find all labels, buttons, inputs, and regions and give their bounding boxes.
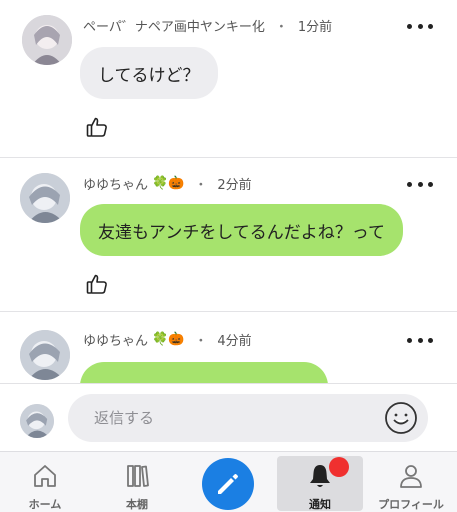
tab-label: プロフィール [378,498,444,511]
comment-item: ゆゆちゃん 🍀🎃 ・ 4分前 [0,312,457,383]
tab-home[interactable]: ホーム [2,452,88,512]
more-dot-icon [407,337,412,343]
comment-text: 友達もアンチをしてるんだよね？って [98,222,385,243]
more-options-button[interactable] [407,333,433,347]
timestamp: 4分前 [217,334,252,349]
more-dot-icon [428,181,433,187]
avatar[interactable] [20,173,70,223]
comment-meta: ペーパ゛ナペア画中ヤンキー化 ・ 1分前 [83,16,332,35]
timestamp: 2分前 [217,178,252,193]
my-avatar[interactable] [20,404,54,438]
compose-button[interactable] [202,458,254,510]
emoji-button[interactable] [384,401,418,435]
thumbs-up-icon [86,274,107,294]
comment-text: してるけど？ [98,65,200,86]
meta-separator: ・ [274,20,288,35]
avatar[interactable] [22,15,72,65]
tab-profile[interactable]: プロフィール [368,452,454,512]
more-dot-icon [417,181,423,187]
timestamp: 1分前 [297,20,333,35]
username[interactable]: ペーパ゛ナペア画中ヤンキー化 [83,16,265,35]
thumbs-up-icon [86,117,107,137]
comment-meta: ゆゆちゃん 🍀🎃 ・ 4分前 [83,330,252,349]
tab-label: 通知 [309,498,331,511]
tab-label: 本棚 [126,498,148,511]
username-emoji: 🍀🎃 [152,176,185,191]
pencil-icon [218,474,238,494]
more-options-button[interactable] [407,19,433,33]
tab-bar: ホーム 本棚 通知 プロフィール [0,451,457,512]
more-dot-icon [417,23,423,29]
comment-meta: ゆゆちゃん 🍀🎃 ・ 2分前 [83,174,252,193]
more-options-button[interactable] [407,177,433,191]
more-dot-icon [428,23,433,29]
bookshelf-icon [127,465,149,487]
more-dot-icon [417,337,423,343]
tab-bookshelf[interactable]: 本棚 [94,452,180,512]
comment-bubble: 友達もアンチをしてるんだよね？って [80,204,403,256]
meta-separator: ・ [194,178,208,193]
notification-badge [329,457,349,477]
username-emoji: 🍀🎃 [152,332,185,347]
more-dot-icon [407,181,412,187]
tab-notifications[interactable]: 通知 [277,456,363,511]
comment-bubble: してるけど？ [80,47,218,99]
username[interactable]: ゆゆちゃん [83,174,148,193]
like-button[interactable] [85,115,109,139]
like-button[interactable] [85,272,109,296]
reply-bar [0,383,457,451]
avatar[interactable] [20,330,70,380]
more-dot-icon [407,23,412,29]
meta-separator: ・ [194,334,208,349]
more-dot-icon [428,337,433,343]
username[interactable]: ゆゆちゃん [83,330,148,349]
comment-bubble [80,362,328,383]
reply-input[interactable] [68,394,428,442]
person-icon [400,465,422,488]
home-icon [34,465,56,487]
tab-label: ホーム [28,498,62,511]
smiley-icon [385,402,417,434]
comment-item: ゆゆちゃん 🍀🎃 ・ 2分前 友達もアンチをしてるんだよね？って [0,158,457,308]
comment-item: ペーパ゛ナペア画中ヤンキー化 ・ 1分前 してるけど？ [0,0,457,150]
